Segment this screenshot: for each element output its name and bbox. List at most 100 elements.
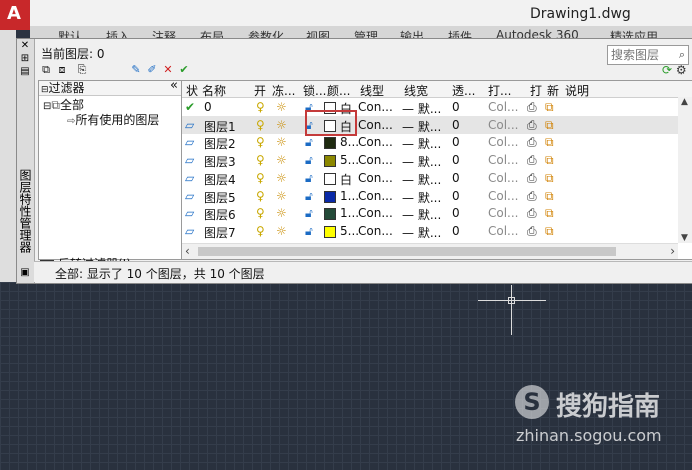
printer-icon[interactable]: ⎙ <box>527 100 537 115</box>
unlock-icon[interactable]: 🔓︎ <box>305 206 313 221</box>
color-swatch[interactable] <box>324 190 336 203</box>
linetype[interactable]: Con... <box>358 135 393 149</box>
transparency[interactable]: 0 <box>452 189 460 203</box>
col-name[interactable]: 名称 <box>202 82 226 99</box>
lightbulb-icon[interactable]: ♀ <box>256 224 265 238</box>
color-name[interactable]: 5... <box>340 224 359 238</box>
lightbulb-icon[interactable]: ♀ <box>256 100 265 114</box>
sun-icon[interactable]: ☼ <box>276 100 287 114</box>
layer-states-icon[interactable]: ⎘ <box>75 64 89 76</box>
search-layer-box[interactable]: ⌕ <box>607 45 689 65</box>
layer-row[interactable]: ▱ 图层7 ♀ ☼ 🔓︎ 5... Con... — 默... 0 Col... ⎙ ⧉ <box>182 222 678 240</box>
new-vp-freeze-icon[interactable]: ⧉ <box>545 100 554 115</box>
linetype[interactable]: Con... <box>358 118 393 132</box>
color-name[interactable]: 8... <box>340 135 359 149</box>
sun-icon[interactable]: ☼ <box>276 171 287 185</box>
filter-tree-used-layers[interactable]: ⇨所有使用的图层 <box>67 111 159 128</box>
close-icon[interactable]: ✕ <box>19 40 31 52</box>
sun-icon[interactable]: ☼ <box>276 224 287 238</box>
transparency[interactable]: 0 <box>452 206 460 220</box>
col-on[interactable]: 开 <box>254 82 266 99</box>
sun-icon[interactable]: ☼ <box>276 189 287 203</box>
col-linetype[interactable]: 线型 <box>360 82 384 99</box>
layer-name[interactable]: 图层7 <box>204 224 236 241</box>
layer-row[interactable]: ▱ 图层3 ♀ ☼ 🔓︎ 5... Con... — 默... 0 Col... ⎙ ⧉ <box>182 151 678 169</box>
layer-row[interactable]: ▱ 图层6 ♀ ☼ 🔓︎ 1... Con... — 默... 0 Col... ⎙ ⧉ <box>182 204 678 222</box>
collapse-filter-icon[interactable]: « <box>170 79 178 93</box>
plot-style[interactable]: Col... <box>488 224 519 238</box>
lightbulb-icon[interactable]: ♀ <box>256 206 265 220</box>
plot-style[interactable]: Col... <box>488 100 519 114</box>
color-swatch[interactable] <box>324 155 336 168</box>
col-freeze[interactable]: 冻... <box>272 82 295 99</box>
color-name[interactable]: 1... <box>340 189 359 203</box>
lineweight[interactable]: — 默... <box>402 171 441 188</box>
lightbulb-icon[interactable]: ♀ <box>256 135 265 149</box>
layer-name[interactable]: 图层5 <box>204 189 236 206</box>
color-swatch[interactable] <box>324 225 336 238</box>
linetype[interactable]: Con... <box>358 100 393 114</box>
linetype[interactable]: Con... <box>358 189 393 203</box>
linetype[interactable]: Con... <box>358 171 393 185</box>
printer-icon[interactable]: ⎙ <box>527 171 537 186</box>
layer-row[interactable]: ▱ 图层4 ♀ ☼ 🔓︎ 白 Con... — 默... 0 Col... ⎙ ⧉ <box>182 169 678 187</box>
pin-icon[interactable]: ⊞ <box>19 53 31 65</box>
col-lineweight[interactable]: 线宽 <box>404 82 428 99</box>
new-vp-freeze-icon[interactable]: ⧉ <box>545 224 554 239</box>
printer-icon[interactable]: ⎙ <box>527 153 537 168</box>
lineweight[interactable]: — 默... <box>402 206 441 223</box>
plot-style[interactable]: Col... <box>488 118 519 132</box>
layer-name[interactable]: 0 <box>204 100 212 114</box>
lineweight[interactable]: — 默... <box>402 118 441 135</box>
scroll-down-icon[interactable]: ▼ <box>681 233 688 243</box>
lightbulb-icon[interactable]: ♀ <box>256 189 265 203</box>
unlock-icon[interactable]: 🔓︎ <box>305 171 313 186</box>
linetype[interactable]: Con... <box>358 224 393 238</box>
transparency[interactable]: 0 <box>452 135 460 149</box>
plot-style[interactable]: Col... <box>488 206 519 220</box>
layer-name[interactable]: 图层6 <box>204 206 236 223</box>
settings-icon[interactable]: ⚙ <box>676 63 687 77</box>
transparency[interactable]: 0 <box>452 100 460 114</box>
layer-row[interactable]: ▱ 图层5 ♀ ☼ 🔓︎ 1... Con... — 默... 0 Col... ⎙ ⧉ <box>182 187 678 205</box>
new-group-filter-icon[interactable]: ⧈ <box>55 64 69 76</box>
layer-name[interactable]: 图层4 <box>204 171 236 188</box>
scroll-left-icon[interactable]: ‹ <box>185 244 190 258</box>
new-vp-freeze-icon[interactable]: ⧉ <box>545 189 554 204</box>
col-plot-style[interactable]: 打... <box>488 82 511 99</box>
col-description[interactable]: 说明 <box>565 82 589 99</box>
col-status[interactable]: 状 <box>186 82 198 99</box>
palette-menu-icon[interactable]: ▣ <box>19 267 31 279</box>
col-plot[interactable]: 打 <box>530 82 542 99</box>
lightbulb-icon[interactable]: ♀ <box>256 118 265 132</box>
color-name[interactable]: 白 <box>340 171 352 188</box>
layer-name[interactable]: 图层3 <box>204 153 236 170</box>
printer-icon[interactable]: ⎙ <box>527 206 537 221</box>
lightbulb-icon[interactable]: ♀ <box>256 153 265 167</box>
unlock-icon[interactable]: 🔓︎ <box>305 135 313 150</box>
plot-style[interactable]: Col... <box>488 153 519 167</box>
new-vp-freeze-icon[interactable]: ⧉ <box>545 206 554 221</box>
color-swatch[interactable] <box>324 208 336 221</box>
new-property-filter-icon[interactable]: ⧉ <box>39 64 53 76</box>
transparency[interactable]: 0 <box>452 171 460 185</box>
layer-name[interactable]: 图层2 <box>204 135 236 152</box>
col-color[interactable]: 颜... <box>327 82 350 99</box>
plot-style[interactable]: Col... <box>488 189 519 203</box>
transparency[interactable]: 0 <box>452 224 460 238</box>
printer-icon[interactable]: ⎙ <box>527 189 537 204</box>
sun-icon[interactable]: ☼ <box>276 118 287 132</box>
lineweight[interactable]: — 默... <box>402 224 441 241</box>
lineweight[interactable]: — 默... <box>402 153 441 170</box>
color-name[interactable]: 5... <box>340 153 359 167</box>
plot-style[interactable]: Col... <box>488 171 519 185</box>
vertical-scrollbar[interactable]: ▲ ▼ <box>678 97 692 243</box>
delete-layer-icon[interactable]: ✕ <box>161 64 175 76</box>
scroll-up-icon[interactable]: ▲ <box>681 97 688 107</box>
linetype[interactable]: Con... <box>358 206 393 220</box>
lineweight[interactable]: — 默... <box>402 100 441 117</box>
sun-icon[interactable]: ☼ <box>276 206 287 220</box>
printer-icon[interactable]: ⎙ <box>527 135 537 150</box>
unlock-icon[interactable]: 🔓︎ <box>305 224 313 239</box>
color-swatch[interactable] <box>324 137 336 150</box>
